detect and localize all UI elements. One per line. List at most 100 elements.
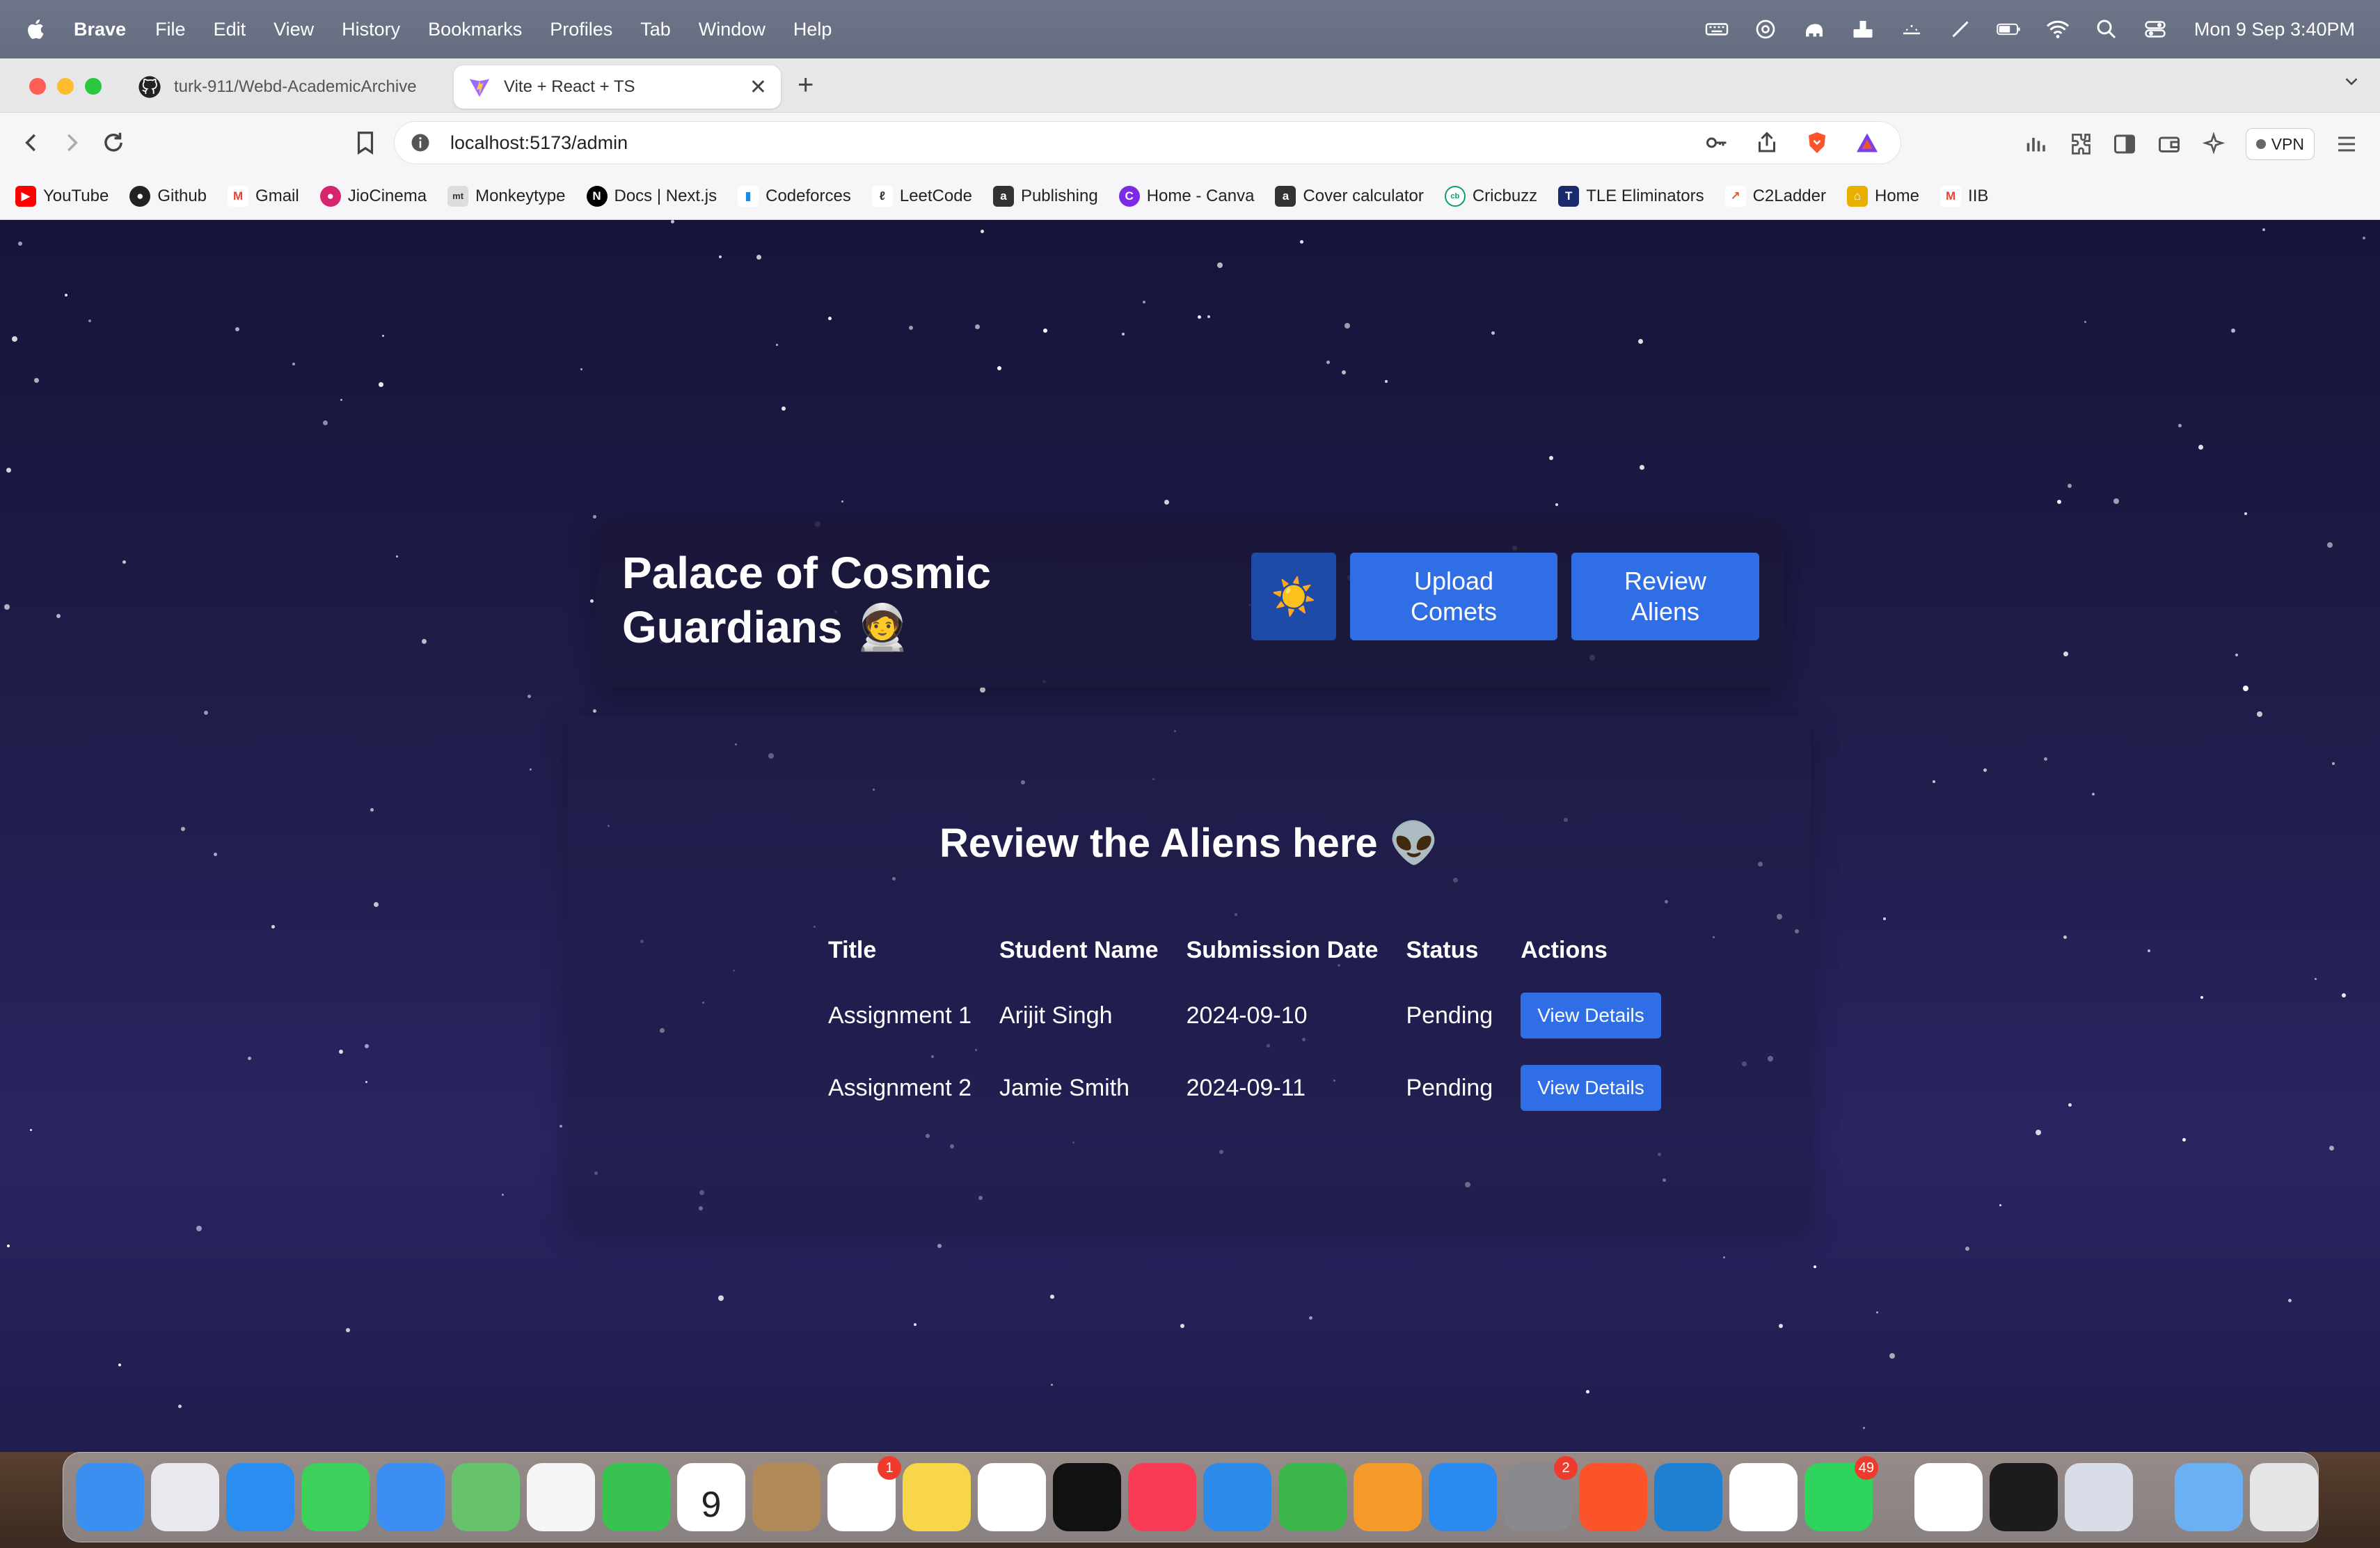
new-tab-button[interactable]: + — [798, 70, 814, 101]
tab-vite-app[interactable]: Vite + React + TS ✕ — [454, 65, 781, 109]
tab-list-chevron-icon[interactable] — [2341, 71, 2362, 92]
messages-icon[interactable] — [301, 1463, 370, 1531]
forward-arrow-icon[interactable] — [58, 129, 85, 156]
stats-icon[interactable] — [2023, 132, 2048, 157]
hamburger-menu-icon[interactable] — [2334, 132, 2359, 157]
theme-toggle-button[interactable]: ☀️ — [1251, 553, 1336, 640]
bookmark-github[interactable]: ● Github — [129, 185, 207, 207]
app-store-icon[interactable] — [1429, 1463, 1497, 1531]
bookmark-icon[interactable] — [352, 129, 379, 156]
bookmark-tle-eliminators[interactable]: T TLE Eliminators — [1558, 185, 1704, 207]
share-icon[interactable] — [1754, 130, 1779, 155]
reload-icon[interactable] — [100, 129, 127, 156]
brave-rewards-icon[interactable] — [1855, 130, 1880, 155]
menu-edit[interactable]: Edit — [214, 19, 246, 40]
view-details-button[interactable]: View Details — [1521, 993, 1661, 1038]
bookmark-canva[interactable]: C Home - Canva — [1118, 185, 1254, 207]
vpn-button[interactable]: VPN — [2245, 128, 2315, 160]
pen-icon[interactable] — [1948, 17, 1973, 42]
battery-icon[interactable] — [1997, 17, 2022, 42]
pages-icon[interactable] — [1354, 1463, 1422, 1531]
bookmark-leetcode[interactable]: ℓ LeetCode — [871, 185, 972, 207]
wifi-icon[interactable] — [2045, 17, 2070, 42]
sidebar-toggle-icon[interactable] — [2112, 132, 2137, 157]
vscode-icon[interactable] — [1654, 1463, 1722, 1531]
bookmark-jiocinema[interactable]: ● JioCinema — [319, 185, 427, 207]
bookmark-iib[interactable]: M IIB — [1940, 185, 1988, 207]
menu-file[interactable]: File — [155, 19, 186, 40]
chatgpt-icon[interactable] — [1729, 1463, 1798, 1531]
photos-icon[interactable] — [527, 1463, 595, 1531]
menu-tab[interactable]: Tab — [640, 19, 671, 40]
bookmark-c2ladder[interactable]: ↗ C2Ladder — [1724, 185, 1826, 207]
password-key-icon[interactable] — [1704, 130, 1729, 155]
finder-icon[interactable] — [76, 1463, 144, 1531]
menu-app-name[interactable]: Brave — [74, 19, 126, 40]
keynote-icon[interactable] — [1203, 1463, 1271, 1531]
review-aliens-button[interactable]: Review Aliens — [1571, 553, 1759, 640]
downloads-folder-icon[interactable] — [2175, 1463, 2243, 1531]
preview-icon[interactable] — [2065, 1463, 2133, 1531]
maps-icon[interactable] — [452, 1463, 520, 1531]
bookmark-monkeytype[interactable]: mt Monkeytype — [447, 185, 566, 207]
menu-help[interactable]: Help — [793, 19, 832, 40]
chatgpt-status-icon[interactable] — [1753, 17, 1778, 42]
trash-icon[interactable] — [2250, 1463, 2318, 1531]
window-close-button[interactable] — [29, 78, 46, 95]
keyboard-icon[interactable] — [1704, 17, 1729, 42]
brave-shields-icon[interactable] — [1804, 130, 1830, 155]
bookmark-home[interactable]: ⌂ Home — [1847, 185, 1919, 207]
url-text[interactable]: localhost:5173/admin — [450, 132, 628, 154]
menu-history[interactable]: History — [342, 19, 400, 40]
menu-view[interactable]: View — [273, 19, 314, 40]
bookmark-nextjs-docs[interactable]: N Docs | Next.js — [586, 185, 717, 207]
menu-profiles[interactable]: Profiles — [550, 19, 612, 40]
apple-logo-icon[interactable] — [24, 17, 49, 42]
chrome-icon[interactable] — [1914, 1463, 1983, 1531]
bookmark-codeforces[interactable]: ▮ Codeforces — [738, 185, 851, 207]
bookmark-cricbuzz[interactable]: cb Cricbuzz — [1444, 185, 1537, 207]
bookmark-youtube[interactable]: ▶ YouTube — [15, 185, 109, 207]
tab-github-repo[interactable]: turk-911/Webd-AcademicArchive — [124, 65, 444, 109]
view-details-button[interactable]: View Details — [1521, 1065, 1661, 1111]
bookmark-gmail[interactable]: M Gmail — [228, 185, 299, 207]
safari-icon[interactable] — [226, 1463, 294, 1531]
apple-tv-icon[interactable] — [1053, 1463, 1121, 1531]
system-settings-icon[interactable]: 2 — [1504, 1456, 1578, 1531]
cloud-upload-icon[interactable] — [1850, 17, 1875, 42]
music-icon[interactable] — [1128, 1463, 1196, 1531]
clock-icon[interactable] — [1990, 1463, 2058, 1531]
bookmark-publishing[interactable]: a Publishing — [992, 185, 1098, 207]
launchpad-icon[interactable] — [151, 1463, 219, 1531]
weather-icon[interactable] — [1899, 17, 1924, 42]
mail-icon[interactable] — [376, 1463, 445, 1531]
window-minimize-button[interactable] — [57, 78, 74, 95]
reminders-icon[interactable]: 1 — [827, 1456, 901, 1531]
wallet-icon[interactable] — [2157, 132, 2182, 157]
freeform-icon[interactable] — [978, 1463, 1046, 1531]
whatsapp-icon[interactable]: 49 — [1804, 1456, 1878, 1531]
menubar-clock[interactable]: Mon 9 Sep 3:40PM — [2194, 19, 2355, 40]
address-bar[interactable]: localhost:5173/admin — [394, 121, 1901, 164]
notes-icon[interactable] — [903, 1463, 971, 1531]
star-dot — [1164, 500, 1169, 505]
control-center-icon[interactable] — [2143, 17, 2168, 42]
upload-comets-button[interactable]: Upload Comets — [1350, 553, 1557, 640]
menu-bookmarks[interactable]: Bookmarks — [428, 19, 522, 40]
spotlight-search-icon[interactable] — [2094, 17, 2119, 42]
brave-icon[interactable] — [1579, 1463, 1647, 1531]
numbers-icon[interactable] — [1278, 1463, 1347, 1531]
facetime-icon[interactable] — [602, 1463, 670, 1531]
menu-window[interactable]: Window — [699, 19, 765, 40]
back-arrow-icon[interactable] — [18, 129, 45, 156]
bookmark-cover-calculator[interactable]: a Cover calculator — [1275, 185, 1424, 207]
site-info-icon[interactable] — [410, 132, 431, 153]
tab-close-icon[interactable]: ✕ — [749, 75, 767, 100]
elephant-icon[interactable] — [1802, 17, 1827, 42]
extensions-puzzle-icon[interactable] — [2068, 132, 2093, 157]
calendar-icon[interactable]: 9 — [677, 1463, 745, 1531]
leo-ai-icon[interactable] — [2201, 132, 2226, 157]
window-zoom-button[interactable] — [85, 78, 102, 95]
star-dot — [1863, 1427, 1865, 1429]
contacts-icon[interactable] — [752, 1463, 820, 1531]
